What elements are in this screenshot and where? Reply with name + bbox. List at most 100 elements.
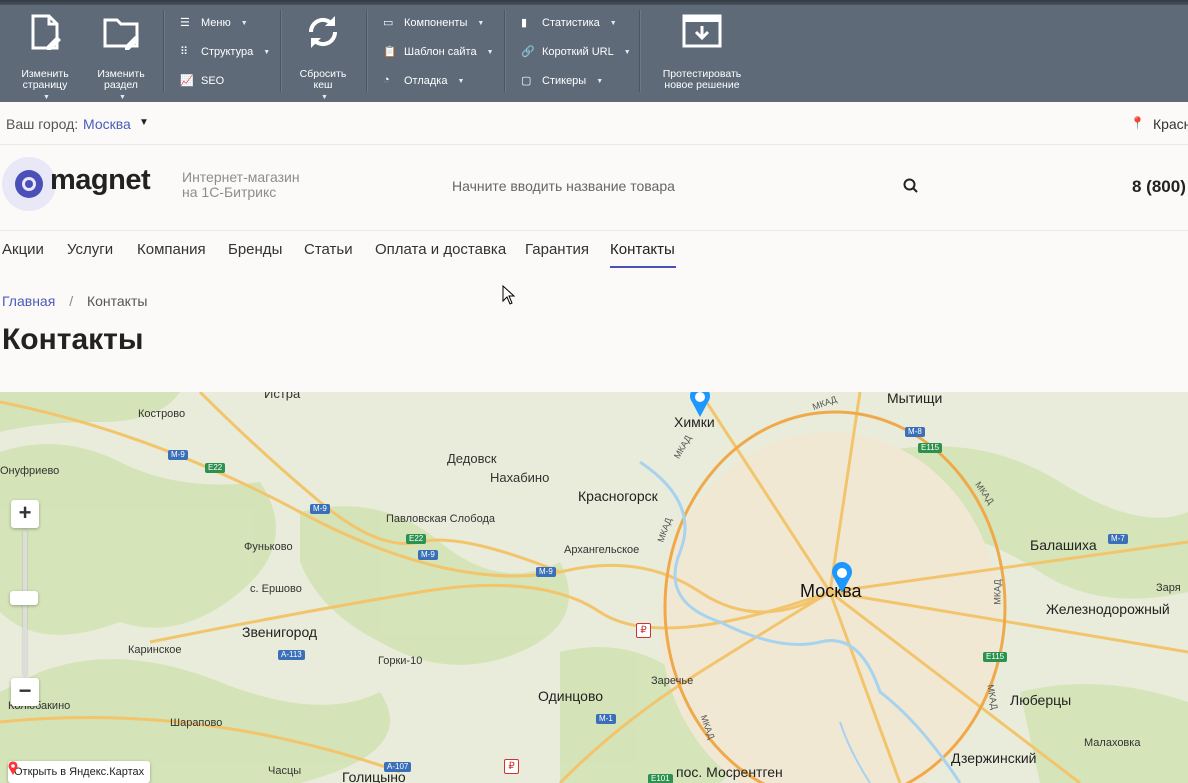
edit-page-label: Изменить страницу bbox=[21, 68, 69, 91]
road-shield: M-1 bbox=[596, 714, 616, 724]
admin-stats-label: Статистика bbox=[542, 17, 600, 29]
divider bbox=[163, 10, 164, 92]
place-label: Балашиха bbox=[1030, 537, 1097, 553]
chevron-down-icon: ▼ bbox=[43, 94, 50, 101]
map-pin-icon: 📍 bbox=[1130, 116, 1145, 130]
divider bbox=[280, 10, 281, 92]
ruble-icon: ₽ bbox=[504, 759, 519, 774]
road-shield: A-113 bbox=[278, 650, 305, 660]
divider bbox=[504, 10, 505, 92]
main-menu: Акции Услуги Компания Бренды Статьи Опла… bbox=[0, 230, 1188, 272]
map-marker-icon[interactable] bbox=[830, 562, 854, 594]
admin-structure-button[interactable]: ⠿ Структура ▼ bbox=[180, 45, 270, 59]
logo-mark-center bbox=[25, 180, 33, 188]
admin-debug-label: Отладка bbox=[404, 75, 448, 87]
place-label: Каринское bbox=[128, 644, 182, 656]
admin-stickers-label: Стикеры bbox=[542, 75, 587, 87]
admin-template-button[interactable]: 📋 Шаблон сайта ▼ bbox=[383, 45, 494, 59]
city-bar: Ваш город: Москва ▼ 📍 Красн bbox=[0, 102, 1188, 145]
zoom-in-button[interactable]: + bbox=[11, 500, 39, 528]
menu-item-contacts[interactable]: Контакты bbox=[610, 241, 675, 258]
reset-cache-label: Сбросить кеш bbox=[299, 68, 347, 91]
city-select[interactable]: Москва bbox=[83, 116, 131, 132]
admin-debug-button[interactable]: ◔ Отладка ▼ bbox=[383, 74, 464, 88]
menu-item-sales[interactable]: Акции bbox=[2, 241, 44, 258]
search-icon[interactable] bbox=[902, 177, 920, 195]
map[interactable]: Истра Химки Мытищи Кострово Онуфриево Де… bbox=[0, 392, 1188, 783]
place-label: с. Ершово bbox=[250, 583, 302, 595]
place-label: Онуфриево bbox=[0, 465, 60, 477]
folder-edit-icon bbox=[103, 18, 139, 50]
sticker-icon: ▢ bbox=[521, 75, 532, 87]
place-label: Одинцово bbox=[538, 688, 604, 704]
open-yandex-maps-button[interactable]: Открыть в Яндекс.Картах bbox=[8, 761, 151, 783]
place-label: Люберцы bbox=[1010, 692, 1072, 708]
ruble-icon: ₽ bbox=[636, 623, 651, 638]
place-label: Фуньково bbox=[244, 541, 293, 553]
place-label: Кострово bbox=[138, 408, 186, 420]
road-shield: E22 bbox=[205, 463, 226, 473]
test-solution-button[interactable]: Протестировать новое решение bbox=[652, 12, 752, 91]
breadcrumb: Главная / Контакты bbox=[2, 293, 147, 309]
road-shield: M-9 bbox=[418, 550, 438, 560]
menu-item-articles[interactable]: Статьи bbox=[304, 241, 353, 258]
gauge-icon: ◔ bbox=[383, 74, 390, 86]
place-label: Истра bbox=[264, 392, 301, 401]
menu-item-payment-delivery[interactable]: Оплата и доставка bbox=[375, 241, 506, 258]
link-icon: 🔗 bbox=[521, 46, 535, 58]
road-shield: E115 bbox=[918, 443, 943, 453]
place-label: Мытищи bbox=[887, 392, 943, 406]
road-shield: E115 bbox=[983, 652, 1008, 662]
place-label: Красногорск bbox=[578, 488, 658, 504]
admin-components-label: Компоненты bbox=[404, 17, 468, 29]
place-label: Заря bbox=[1156, 582, 1181, 594]
list-icon: ☰ bbox=[180, 17, 190, 29]
divider bbox=[639, 10, 640, 92]
breadcrumb-home[interactable]: Главная bbox=[2, 293, 55, 309]
bar-chart-icon: ▮ bbox=[521, 17, 528, 29]
chevron-down-icon: ▼ bbox=[457, 77, 465, 85]
admin-short-url-button[interactable]: 🔗 Короткий URL ▼ bbox=[521, 45, 631, 59]
place-label: Дедовск bbox=[447, 451, 497, 466]
edit-page-icon bbox=[31, 14, 61, 50]
chevron-down-icon: ▼ bbox=[477, 19, 485, 27]
zoom-slider-handle[interactable] bbox=[10, 591, 38, 605]
zoom-out-button[interactable]: − bbox=[11, 678, 39, 706]
admin-components-button[interactable]: ▭ Компоненты ▼ bbox=[383, 16, 484, 30]
admin-stickers-button[interactable]: ▢ Стикеры ▼ bbox=[521, 74, 603, 88]
menu-item-brands[interactable]: Бренды bbox=[228, 241, 282, 258]
menu-item-company[interactable]: Компания bbox=[137, 241, 206, 258]
breadcrumb-current: Контакты bbox=[86, 293, 148, 309]
chevron-down-icon: ▼ bbox=[596, 77, 604, 85]
admin-seo-button[interactable]: 📈 SEO bbox=[180, 74, 224, 88]
reset-cache-button[interactable]: Сбросить кеш ▼ bbox=[292, 12, 354, 103]
breadcrumb-separator: / bbox=[69, 293, 74, 309]
chevron-down-icon: ▼ bbox=[119, 94, 126, 101]
chevron-down-icon[interactable]: ▼ bbox=[139, 117, 149, 128]
admin-menu-button[interactable]: ☰ Меню ▼ bbox=[180, 16, 248, 30]
chevron-down-icon: ▼ bbox=[321, 94, 328, 101]
chevron-down-icon: ▼ bbox=[263, 48, 271, 56]
page-title: Контакты bbox=[2, 323, 144, 356]
road-shield: M-9 bbox=[310, 504, 330, 514]
slogan: Интернет-магазин на 1С-Битрикс bbox=[182, 170, 300, 200]
admin-stats-button[interactable]: ▮ Статистика ▼ bbox=[521, 16, 617, 30]
place-label: Павловская Слобода bbox=[386, 513, 495, 525]
admin-structure-label: Структура bbox=[201, 46, 254, 58]
edit-section-label: Изменить раздел bbox=[97, 68, 145, 91]
phone[interactable]: 8 (800) bbox=[1132, 177, 1186, 197]
menu-item-warranty[interactable]: Гарантия bbox=[525, 241, 589, 258]
search-input[interactable]: Начните вводить название товара bbox=[452, 178, 675, 194]
edit-section-button[interactable]: Изменить раздел ▼ bbox=[90, 12, 152, 103]
edit-page-button[interactable]: Изменить страницу ▼ bbox=[14, 12, 76, 103]
terminal-icon: ▭ bbox=[383, 17, 394, 29]
site-header: magnet Интернет-магазин на 1С-Битрикс На… bbox=[0, 144, 1188, 231]
menu-item-services[interactable]: Услуги bbox=[67, 241, 113, 258]
clipboard-icon: 📋 bbox=[383, 46, 397, 58]
open-yandex-maps-label: Открыть в Яндекс.Картах bbox=[14, 766, 145, 778]
road-shield: M-7 bbox=[1108, 534, 1128, 544]
refresh-icon bbox=[308, 16, 338, 48]
mouse-cursor-icon bbox=[502, 285, 516, 305]
map-marker-icon[interactable] bbox=[688, 392, 712, 418]
place-label: Горки-10 bbox=[378, 655, 423, 667]
